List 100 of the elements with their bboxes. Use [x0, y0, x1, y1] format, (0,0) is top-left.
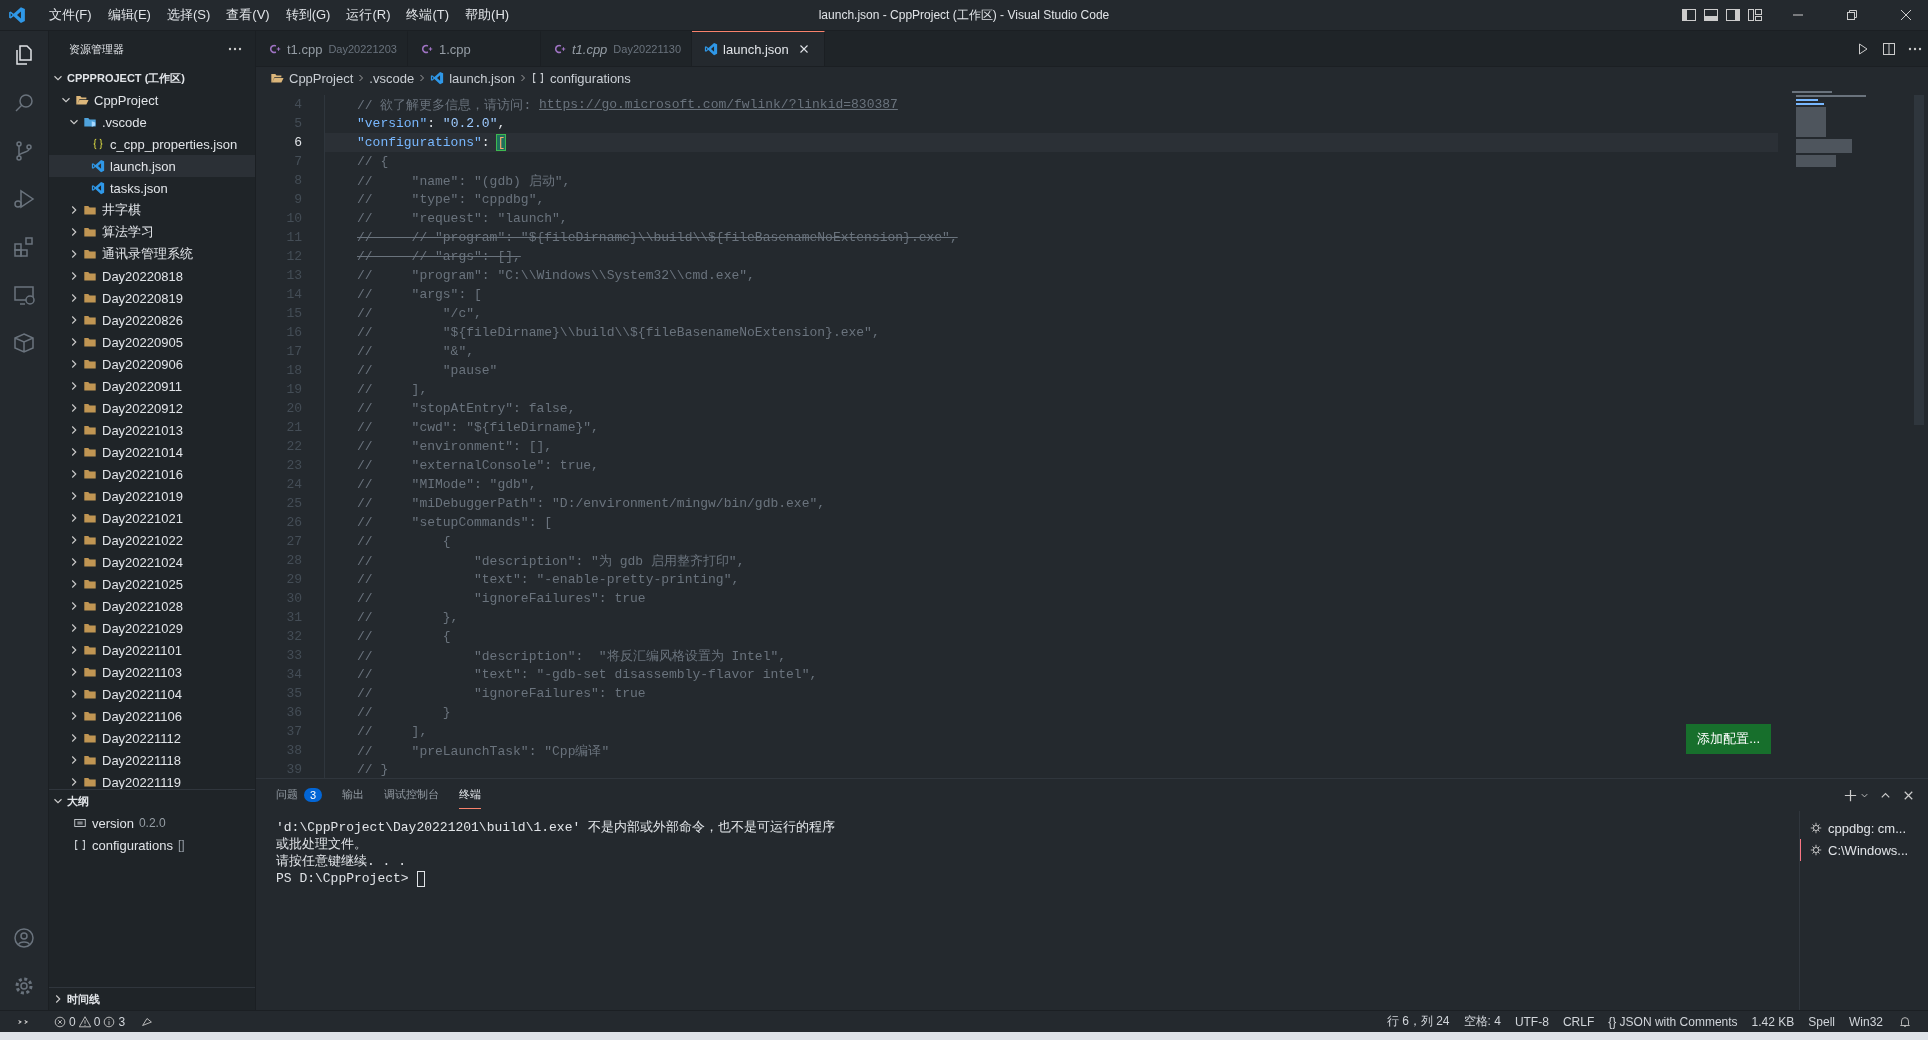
menu-item[interactable]: 运行(R)	[339, 4, 398, 26]
tree-item[interactable]: 通讯录管理系统	[49, 243, 255, 265]
code-comment: // "ignoreFailures": true	[357, 686, 646, 701]
panel-tab[interactable]: 调试控制台	[384, 781, 440, 809]
tree-item[interactable]: Day20221016	[49, 463, 255, 485]
editor-tab[interactable]: t1.cpp Day20221203	[256, 31, 408, 66]
terminal-item[interactable]: cppdbg: cm...	[1800, 817, 1928, 839]
extensions-icon[interactable]	[12, 235, 36, 259]
tree-item[interactable]: Day20221101	[49, 639, 255, 661]
outline-title: 大纲	[67, 793, 89, 809]
tree-item[interactable]: Day20221106	[49, 705, 255, 727]
run-debug-icon[interactable]	[12, 187, 36, 211]
debug-icon	[1809, 821, 1823, 835]
tree-item[interactable]: Day20220912	[49, 397, 255, 419]
status-item[interactable]: 1.42 KB	[1744, 1014, 1802, 1029]
tree-item[interactable]: 井字棋	[49, 199, 255, 221]
tree-item[interactable]: Day20221029	[49, 617, 255, 639]
tree-item[interactable]: Day20221028	[49, 595, 255, 617]
tree-item[interactable]: 算法学习	[49, 221, 255, 243]
tree-item[interactable]: Day20220819	[49, 287, 255, 309]
remote-explorer-icon[interactable]	[12, 283, 36, 307]
menu-item[interactable]: 终端(T)	[399, 4, 457, 26]
close-icon[interactable]	[1898, 7, 1914, 23]
editor-tab[interactable]: 1.cpp	[407, 31, 541, 66]
code-comment: // {	[357, 154, 389, 169]
split-editor-icon[interactable]	[1881, 40, 1897, 57]
breadcrumb-item[interactable]: launch.json	[430, 70, 515, 86]
toggle-secondary-sidebar-icon[interactable]	[1725, 7, 1741, 23]
tree-item[interactable]: Day20221024	[49, 551, 255, 573]
menu-item[interactable]: 转到(G)	[278, 4, 338, 26]
breadcrumb-item[interactable]: configurations	[530, 70, 631, 86]
tree-item-label: .vscode	[102, 114, 147, 130]
problems-status[interactable]: 0 0 3	[44, 1014, 133, 1029]
tree-item-label: Day20221016	[102, 466, 183, 482]
status-item[interactable]: CRLF	[1555, 1014, 1602, 1029]
tree-item[interactable]: Day20221013	[49, 419, 255, 441]
menu-item[interactable]: 帮助(H)	[458, 4, 517, 26]
code-comment: // "/c",	[357, 306, 482, 321]
folder-icon	[83, 511, 97, 525]
menu-item[interactable]: 文件(F)	[42, 4, 99, 26]
tree-item[interactable]: CppProject	[49, 89, 255, 111]
code-comment: // "description": "将反汇编风格设置为 Intel",	[357, 647, 787, 665]
tree-item[interactable]: Day20221014	[49, 441, 255, 463]
tree-item[interactable]: Day20221019	[49, 485, 255, 507]
restore-icon[interactable]	[1844, 7, 1860, 23]
status-item[interactable]: UTF-8	[1507, 1014, 1556, 1029]
tree-item-label: Day20220818	[102, 268, 183, 284]
count-badge: 3	[304, 787, 323, 802]
tree-item[interactable]: Day20221025	[49, 573, 255, 595]
tree-item[interactable]: Day20220818	[49, 265, 255, 287]
terminal-item[interactable]: C:\Windows...	[1800, 839, 1928, 861]
breadcrumb-item[interactable]: .vscode	[369, 70, 415, 86]
terminal-name: C:\Windows...	[1828, 842, 1909, 858]
tree-item[interactable]: Day20221118	[49, 749, 255, 771]
tree-item[interactable]: Day20220911	[49, 375, 255, 397]
breadcrumb-item[interactable]: CppProject	[270, 70, 354, 86]
menu-item[interactable]: 选择(S)	[159, 4, 218, 26]
tree-item[interactable]: Day20221104	[49, 683, 255, 705]
tree-item[interactable]: launch.json	[49, 155, 255, 177]
panel-tab[interactable]: 问题 3	[276, 781, 323, 809]
status-item[interactable]: 行 6，列 24	[1379, 1013, 1457, 1030]
status-item[interactable]: Win32	[1842, 1014, 1890, 1029]
account-icon[interactable]	[12, 926, 36, 950]
toggle-panel-icon[interactable]	[1703, 7, 1719, 23]
status-item[interactable]: {} JSON with Comments	[1601, 1014, 1745, 1029]
notifications-icon[interactable]	[1898, 1014, 1912, 1029]
vscode-logo-icon	[8, 6, 26, 24]
line-number: 6	[293, 135, 302, 150]
outline-header[interactable]: 大纲	[49, 789, 255, 812]
tree-item[interactable]: Day20220826	[49, 309, 255, 331]
menu-item[interactable]: 查看(V)	[219, 4, 277, 26]
tree-item[interactable]: tasks.json	[49, 177, 255, 199]
outline-detail: []	[177, 838, 185, 852]
editor-tab[interactable]: launch.json	[692, 31, 826, 66]
panel-tab[interactable]: 输出	[342, 781, 365, 809]
menu-item[interactable]: 编辑(E)	[100, 4, 158, 26]
tree-item[interactable]: Day20220905	[49, 331, 255, 353]
workspace-header[interactable]: CPPPROJECT (工作区)	[49, 67, 255, 89]
outline-item[interactable]: configurations	[92, 837, 173, 853]
code-comment: // "request": "launch",	[357, 211, 568, 226]
tree-item[interactable]: Day20221112	[49, 727, 255, 749]
layout-icon[interactable]	[1747, 7, 1763, 23]
status-item[interactable]: Spell	[1801, 1014, 1842, 1029]
tree-item[interactable]: Day20220906	[49, 353, 255, 375]
status-item[interactable]: 空格: 4	[1456, 1013, 1508, 1030]
code-comment: // ],	[357, 724, 428, 739]
panel-tab[interactable]: 终端	[459, 781, 482, 809]
tree-item[interactable]: Day20221103	[49, 661, 255, 683]
tree-item[interactable]: .vscode	[49, 111, 255, 133]
folder-icon	[83, 115, 97, 129]
tree-item[interactable]: Day20221022	[49, 529, 255, 551]
terminal-line: 'd:\CppProject\Day20221201\build\1.exe' 不是内部或外部命令，也不是可运行的程序	[276, 819, 837, 836]
tree-item[interactable]: Day20221119	[49, 771, 255, 789]
add-configuration-button[interactable]: 添加配置...	[1686, 724, 1771, 754]
tree-item[interactable]: Day20221021	[49, 507, 255, 529]
new-terminal-icon[interactable]	[1843, 787, 1858, 803]
package-icon[interactable]	[12, 331, 36, 355]
tree-item[interactable]: c_cpp_properties.json	[49, 133, 255, 155]
outline-item[interactable]: version	[92, 815, 134, 831]
toggle-sidebar-icon[interactable]	[1681, 7, 1697, 23]
